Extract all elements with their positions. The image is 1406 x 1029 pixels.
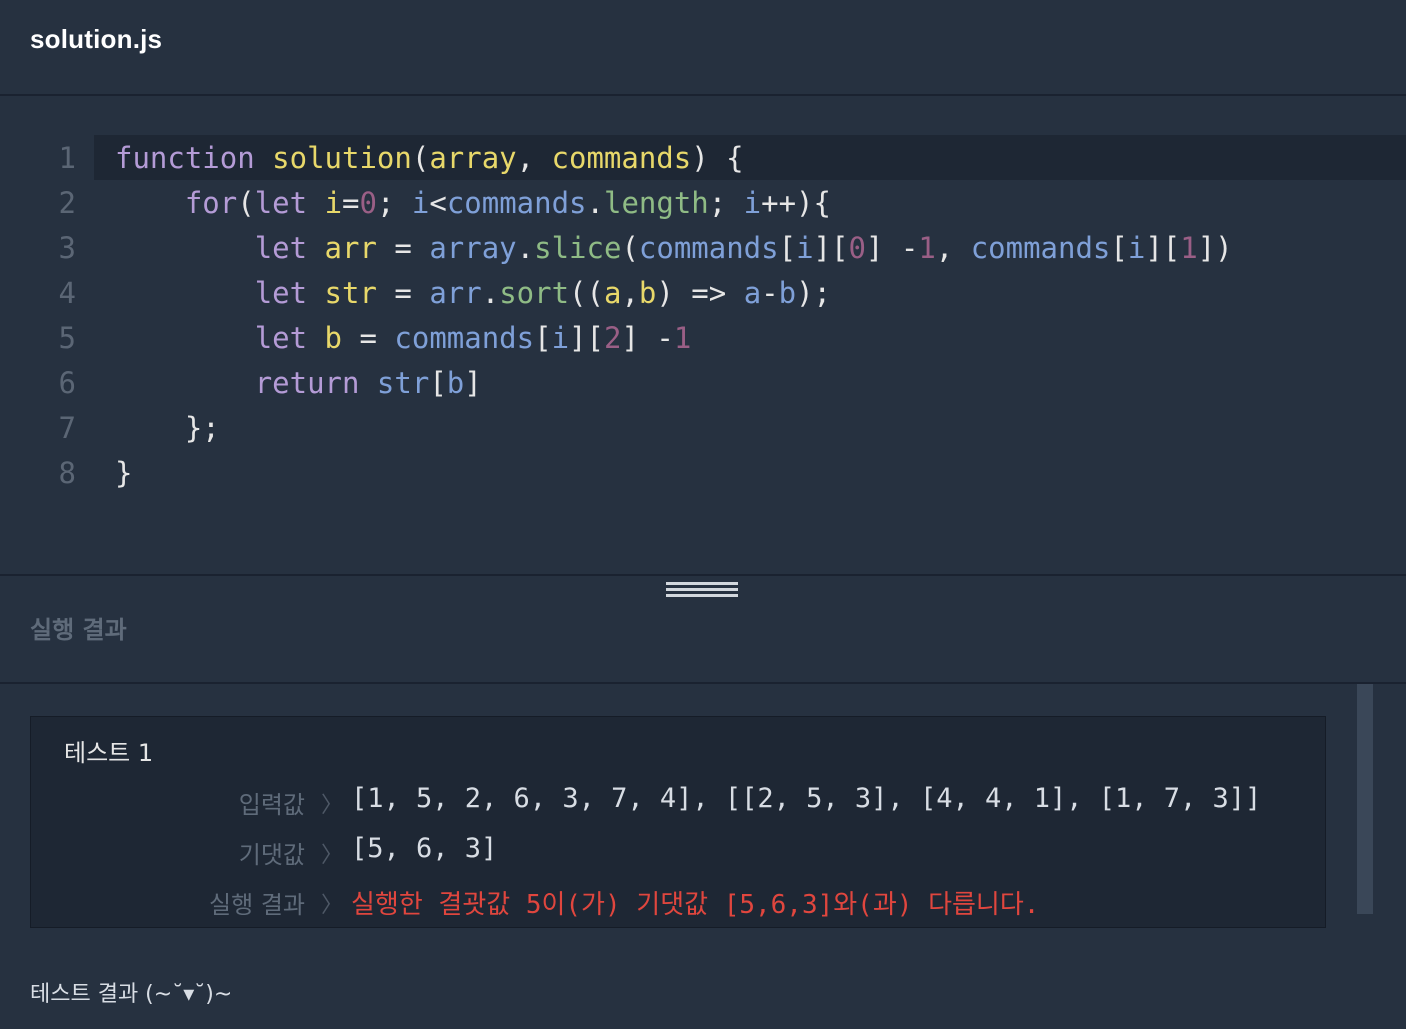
- code-text: let b = commands[i][2] -1: [254, 321, 692, 355]
- code-line-3[interactable]: 3 let arr = array.slice(commands[i][0] -…: [0, 225, 1406, 270]
- chevron-right-icon: 〉: [321, 893, 344, 918]
- result-scrollbar[interactable]: [1357, 684, 1373, 914]
- line-number: 7: [58, 411, 76, 445]
- code-text: return str[b]: [254, 366, 482, 400]
- line-number: 1: [58, 141, 76, 175]
- line-number: 3: [58, 231, 76, 265]
- result-divider: [0, 682, 1406, 684]
- chevron-right-icon: 〉: [321, 793, 344, 818]
- code-editor-app: solution.js 1 function solution(array, c…: [0, 0, 1406, 1029]
- result-panel-title: 실행 결과: [30, 616, 127, 644]
- line-number: 4: [58, 276, 76, 310]
- panel-splitter[interactable]: [0, 574, 1406, 576]
- code-text: function solution(array, commands) {: [115, 141, 744, 175]
- code-line-2[interactable]: 2 for(let i=0; i<commands.length; i++){: [0, 180, 1406, 225]
- test-summary: 테스트 결과 (~˘▾˘)~: [30, 982, 233, 1007]
- test-case-1: 테스트 1 입력값 〉 [1, 5, 2, 6, 3, 7, 4], [[2, …: [30, 716, 1326, 928]
- file-tab-solution-js[interactable]: solution.js: [30, 24, 162, 55]
- code-line-4[interactable]: 4 let str = arr.sort((a,b) => a-b);: [0, 270, 1406, 315]
- code-line-5[interactable]: 5 let b = commands[i][2] -1: [0, 315, 1406, 360]
- expected-label: 기댓값: [238, 841, 305, 869]
- code-editor[interactable]: 1 function solution(array, commands) { 2…: [0, 96, 1406, 574]
- test-case-title: 테스트 1: [64, 739, 154, 767]
- file-tab-bar: solution.js: [0, 0, 1406, 96]
- code-text: for(let i=0; i<commands.length; i++){: [184, 186, 831, 220]
- result-value-error: 실행한 결괏값 5이(가) 기댓값 [5,6,3]와(과) 다릅니다.: [351, 890, 1040, 920]
- input-value: [1, 5, 2, 6, 3, 7, 4], [[2, 5, 3], [4, 4…: [351, 783, 1262, 814]
- drag-handle-icon[interactable]: [666, 582, 738, 602]
- line-number: 6: [58, 366, 76, 400]
- result-label: 실행 결과: [209, 891, 305, 919]
- line-number: 5: [58, 321, 76, 355]
- code-line-6[interactable]: 6 return str[b]: [0, 360, 1406, 405]
- code-text: let arr = array.slice(commands[i][0] -1,…: [254, 231, 1233, 265]
- line-number: 2: [58, 186, 76, 220]
- code-line-1[interactable]: 1 function solution(array, commands) {: [0, 135, 1406, 180]
- code-line-7[interactable]: 7 };: [0, 405, 1406, 450]
- code-text: let str = arr.sort((a,b) => a-b);: [254, 276, 832, 310]
- expected-value: [5, 6, 3]: [351, 833, 498, 864]
- code-line-8[interactable]: 8 }: [0, 450, 1406, 495]
- line-number: 8: [58, 456, 76, 490]
- code-text: }: [115, 456, 133, 490]
- input-label: 입력값: [238, 791, 305, 819]
- chevron-right-icon: 〉: [321, 843, 344, 868]
- code-text: };: [184, 411, 220, 445]
